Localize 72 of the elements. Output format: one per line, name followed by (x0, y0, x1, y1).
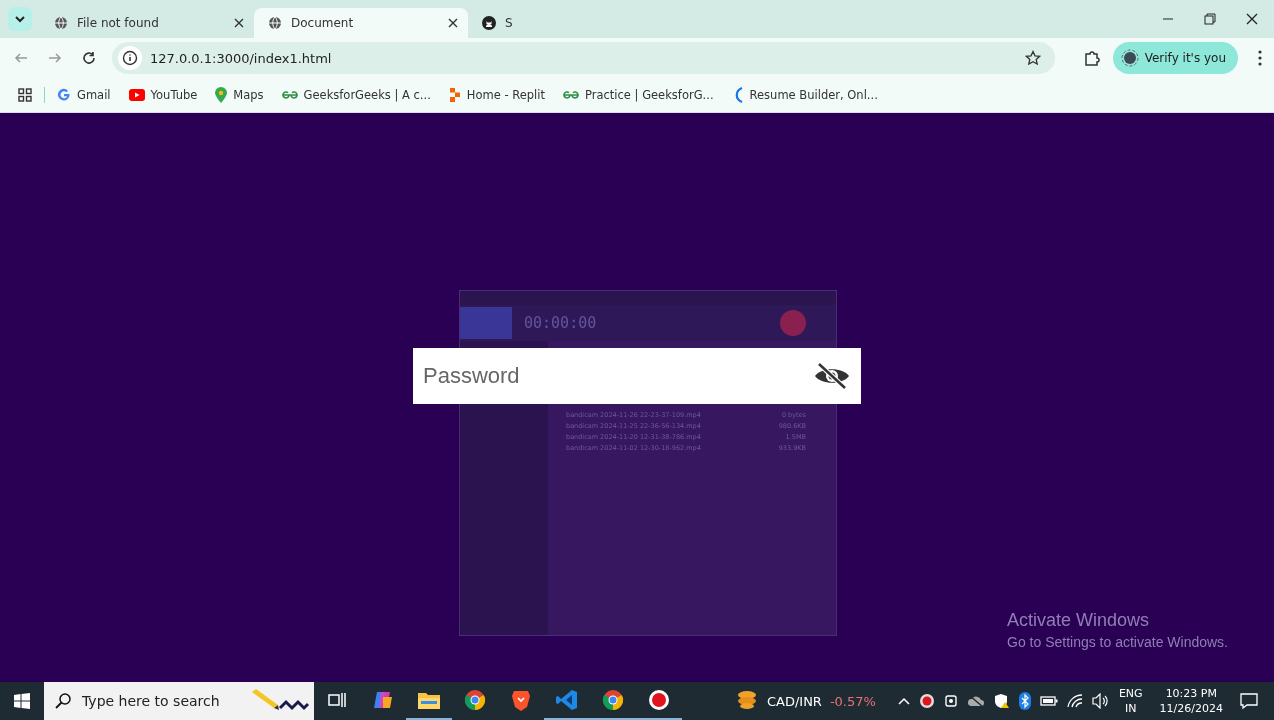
browser-tab[interactable]: File not found (40, 8, 254, 38)
task-view-icon (327, 690, 347, 710)
double-g-icon (563, 90, 579, 100)
cloud-off-icon[interactable] (966, 694, 985, 708)
chevron-down-icon (14, 13, 26, 25)
tab-title: File not found (77, 16, 160, 30)
code-editor-icon (556, 689, 578, 711)
chrome-icon (464, 689, 486, 711)
wifi-icon[interactable] (1066, 694, 1083, 708)
map-pin-icon (215, 87, 228, 103)
currency-change: -0.57% (829, 693, 876, 709)
video-play-icon (128, 89, 145, 101)
record-icon (648, 689, 670, 711)
bluetooth-icon[interactable] (1018, 692, 1031, 710)
star-icon[interactable] (1024, 50, 1041, 66)
speaker-icon[interactable] (1091, 693, 1110, 709)
forward-icon[interactable] (48, 51, 62, 65)
puzzle-icon[interactable] (1082, 49, 1101, 67)
cat-logo-icon (482, 16, 496, 30)
tab-title: Document (291, 16, 355, 30)
bookmark-link[interactable]: Maps (233, 88, 264, 102)
apps-grid-icon[interactable] (18, 88, 32, 102)
restore-icon[interactable] (1204, 13, 1216, 25)
region-text[interactable]: IN (1125, 701, 1137, 716)
google-icon (57, 88, 71, 102)
address-bar[interactable]: 127.0.0.1:3000/index1.html (112, 42, 1055, 74)
avatar-icon (1120, 49, 1139, 67)
clock-time[interactable]: 10:23 PM (1165, 686, 1217, 701)
notification-icon[interactable] (1240, 692, 1258, 710)
activation-title: Activate Windows (1007, 610, 1151, 631)
bookmark-link[interactable]: Practice | GeeksforG... (585, 88, 714, 102)
chrome-icon (602, 689, 624, 711)
browser-tab[interactable]: S (468, 8, 682, 38)
globe-icon (268, 16, 282, 30)
camera-icon[interactable] (943, 693, 958, 709)
bookmark-link[interactable]: Resume Builder, Onl... (749, 88, 878, 102)
eye-slash-icon[interactable] (813, 362, 851, 390)
menu-icon[interactable] (1258, 50, 1262, 66)
battery-icon[interactable] (1039, 695, 1058, 707)
close-icon[interactable] (1246, 13, 1258, 25)
currency-pair: CAD/INR (766, 693, 822, 709)
clock-date[interactable]: 11/26/2024 (1159, 701, 1223, 716)
profile-button[interactable]: Verify it's you (1112, 42, 1238, 74)
browser-tab[interactable]: Document (254, 8, 468, 38)
activation-message: Go to Settings to activate Windows. (1007, 634, 1228, 650)
back-icon[interactable] (14, 51, 28, 65)
globe-icon (54, 16, 68, 30)
close-icon[interactable] (448, 18, 458, 28)
bookmark-link[interactable]: YouTube (150, 88, 198, 102)
tab-title: S (505, 16, 514, 30)
url-text: 127.0.0.1:3000/index1.html (150, 50, 333, 66)
chevron-up-icon[interactable] (897, 697, 910, 705)
windows-icon[interactable] (14, 693, 30, 709)
folder-icon (418, 691, 440, 709)
search-icon (54, 692, 72, 710)
tab-search-button[interactable] (8, 7, 32, 31)
password-field[interactable]: Password (413, 348, 861, 404)
reload-icon[interactable] (82, 51, 96, 65)
info-icon[interactable] (118, 46, 142, 70)
blocks-icon (448, 88, 461, 102)
double-g-icon (281, 90, 298, 100)
bookmark-link[interactable]: Home - Replit (466, 88, 545, 102)
lion-icon (511, 689, 531, 711)
record-icon[interactable] (918, 693, 935, 709)
bookmark-link[interactable]: Gmail (77, 88, 111, 102)
shield-warning-icon[interactable] (993, 693, 1010, 709)
timer-text: 00:00:00 (524, 314, 597, 332)
copilot-icon (372, 689, 394, 711)
close-icon[interactable] (234, 18, 244, 28)
language-text[interactable]: ENG (1118, 686, 1143, 701)
taskbar-search-field[interactable]: Type here to search (44, 682, 314, 720)
bookmark-link[interactable]: GeeksforGeeks | A c... (303, 88, 431, 102)
